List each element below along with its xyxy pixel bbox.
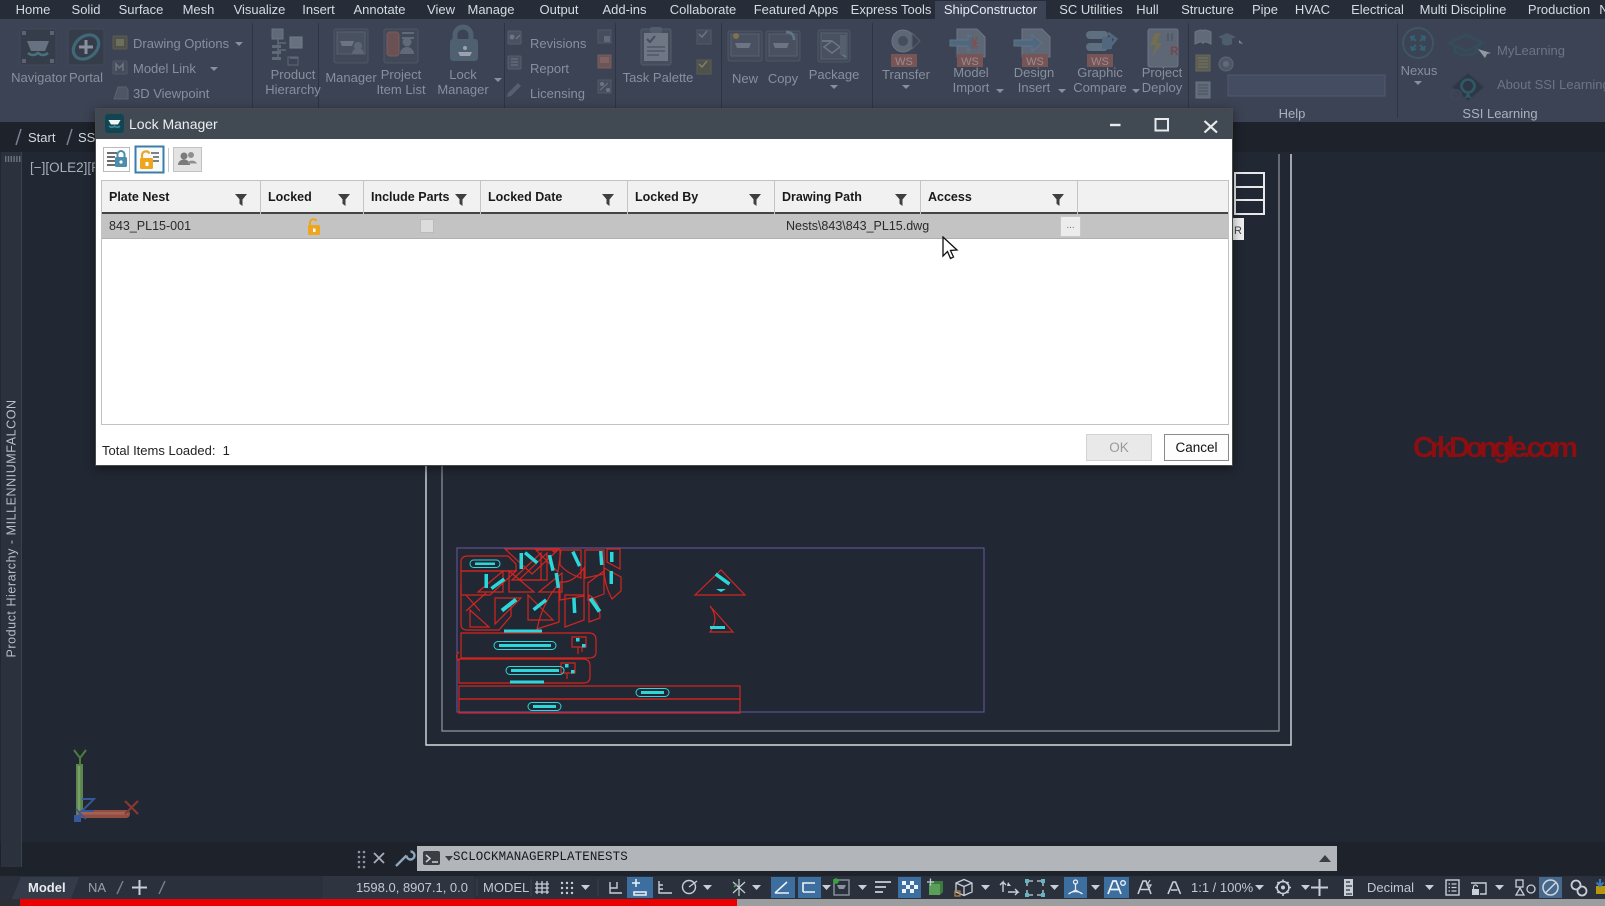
svg-text:CrkDongle.com: CrkDongle.com <box>1413 432 1578 464</box>
svg-text:1:1 / 100%: 1:1 / 100% <box>1191 880 1254 895</box>
svg-text:Decimal: Decimal <box>1367 880 1414 895</box>
svg-text:R: R <box>1234 225 1242 237</box>
svg-text:MODEL: MODEL <box>483 880 529 895</box>
svg-text:1598.0, 8907.1, 0.0: 1598.0, 8907.1, 0.0 <box>356 880 468 895</box>
svg-text:Model: Model <box>28 880 66 895</box>
svg-text:R: R <box>1170 44 1179 58</box>
svg-text:NA: NA <box>88 880 106 895</box>
